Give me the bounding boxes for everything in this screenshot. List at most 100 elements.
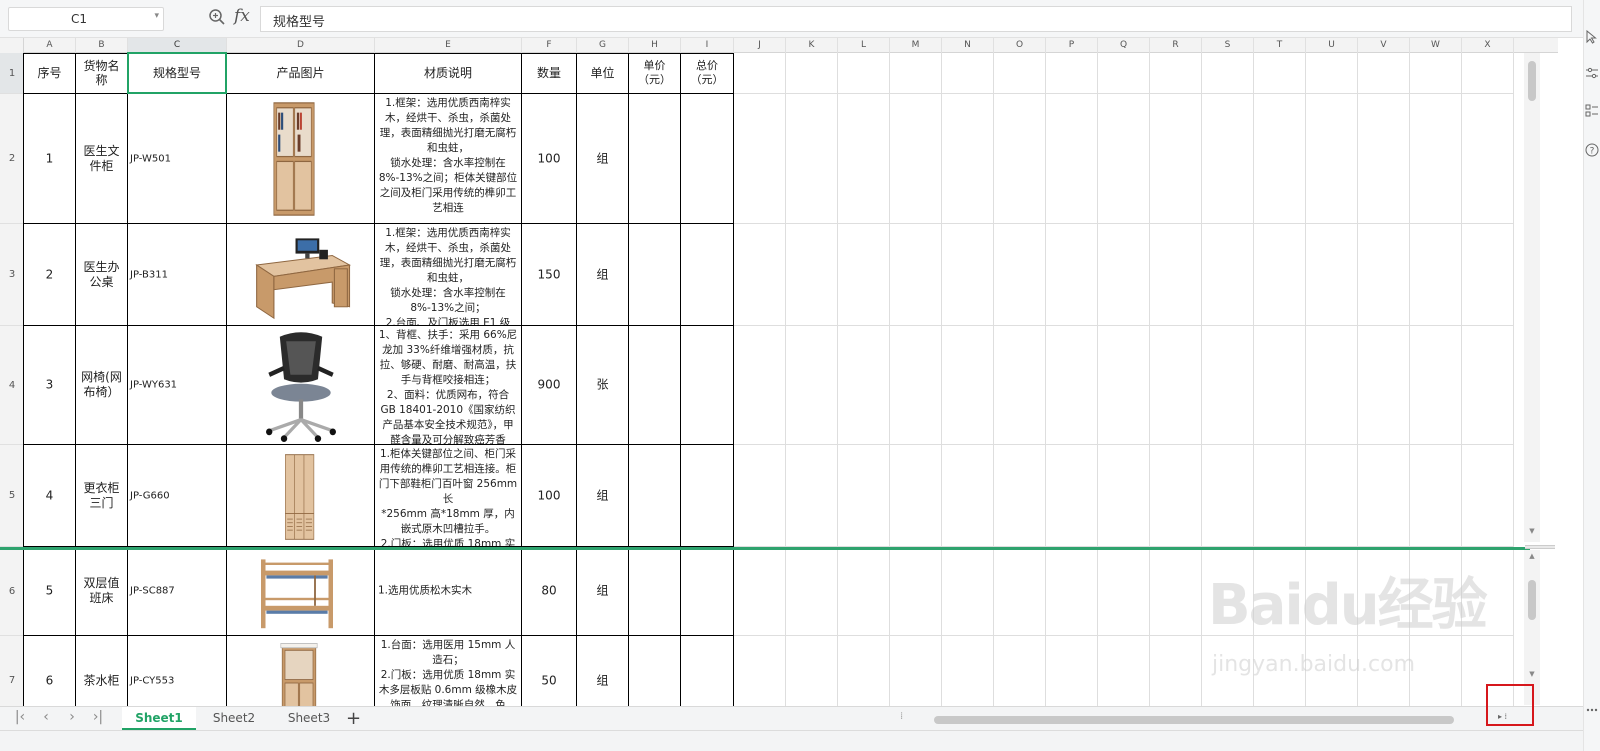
cell-b3[interactable]: 医生办公桌 <box>76 224 128 326</box>
cell-q1[interactable] <box>1098 53 1150 94</box>
cell-a5[interactable]: 4 <box>24 445 76 547</box>
cell-t4[interactable] <box>1254 326 1306 445</box>
cell-d4[interactable] <box>227 326 375 445</box>
cell-e2[interactable]: 1.框架：选用优质西南梓实木，经烘干、杀虫，杀菌处理，表面精细抛光打磨无腐朽和虫… <box>375 94 522 224</box>
cell-p3[interactable] <box>1046 224 1098 326</box>
cell-v5[interactable] <box>1358 445 1410 547</box>
column-header-a[interactable]: A <box>24 38 76 53</box>
column-header-f[interactable]: F <box>522 38 577 53</box>
cell-h3[interactable] <box>629 224 681 326</box>
cell-g5[interactable]: 组 <box>577 445 629 547</box>
cell-q3[interactable] <box>1098 224 1150 326</box>
cell-e4[interactable]: 1、背框、扶手：采用 66%尼龙加 33%纤维增强材质，抗拉、够硬、耐磨、耐高温… <box>375 326 522 445</box>
cell-h4[interactable] <box>629 326 681 445</box>
cell-u1[interactable] <box>1306 53 1358 94</box>
cell-h2[interactable] <box>629 94 681 224</box>
cell-l6[interactable] <box>838 547 890 636</box>
scrollbar-thumb[interactable] <box>1528 580 1536 620</box>
cell-c4[interactable]: JP-WY631 <box>128 326 227 445</box>
cell-v2[interactable] <box>1358 94 1410 224</box>
cell-q4[interactable] <box>1098 326 1150 445</box>
cell-x1[interactable] <box>1462 53 1514 94</box>
sliders-icon[interactable] <box>1585 66 1599 80</box>
cell-t5[interactable] <box>1254 445 1306 547</box>
cell-a6[interactable]: 5 <box>24 547 76 636</box>
cell-c6[interactable]: JP-SC887 <box>128 547 227 636</box>
tab-split-handle[interactable]: ⁞ <box>900 711 903 722</box>
cell-t3[interactable] <box>1254 224 1306 326</box>
cell-b2[interactable]: 医生文件柜 <box>76 94 128 224</box>
cell-w5[interactable] <box>1410 445 1462 547</box>
cell-k3[interactable] <box>786 224 838 326</box>
cell-j4[interactable] <box>734 326 786 445</box>
cell-b5[interactable]: 更衣柜三门 <box>76 445 128 547</box>
column-header-x[interactable]: X <box>1462 38 1514 53</box>
column-header-g[interactable]: G <box>577 38 629 53</box>
cell-s4[interactable] <box>1202 326 1254 445</box>
column-header-s[interactable]: S <box>1202 38 1254 53</box>
column-header-n[interactable]: N <box>942 38 994 53</box>
cell-p5[interactable] <box>1046 445 1098 547</box>
cell-k1[interactable] <box>786 53 838 94</box>
cell-n2[interactable] <box>942 94 994 224</box>
split-handle[interactable] <box>1525 545 1555 549</box>
cell-m6[interactable] <box>890 547 942 636</box>
cell-i4[interactable] <box>681 326 734 445</box>
cell-d2[interactable] <box>227 94 375 224</box>
formula-content[interactable]: 规格型号 <box>273 11 325 30</box>
cell-v3[interactable] <box>1358 224 1410 326</box>
column-header-t[interactable]: T <box>1254 38 1306 53</box>
cell-i1[interactable]: 总价 （元） <box>681 53 734 94</box>
cell-a4[interactable]: 3 <box>24 326 76 445</box>
row-header-5[interactable]: 5 <box>0 445 24 547</box>
cell-g2[interactable]: 组 <box>577 94 629 224</box>
cell-m2[interactable] <box>890 94 942 224</box>
cell-f6[interactable]: 80 <box>522 547 577 636</box>
cell-j1[interactable] <box>734 53 786 94</box>
cell-i2[interactable] <box>681 94 734 224</box>
prev-sheet-icon[interactable]: ‹ <box>36 709 56 725</box>
formula-input[interactable]: 规格型号 <box>260 6 1572 32</box>
column-header-w[interactable]: W <box>1410 38 1462 53</box>
cell-k4[interactable] <box>786 326 838 445</box>
cell-p4[interactable] <box>1046 326 1098 445</box>
column-header-j[interactable]: J <box>734 38 786 53</box>
more-icon[interactable] <box>1585 703 1599 717</box>
cell-c3[interactable]: JP-B311 <box>128 224 227 326</box>
cell-reference[interactable]: C1 <box>9 12 149 26</box>
column-header-e[interactable]: E <box>375 38 522 53</box>
cell-h5[interactable] <box>629 445 681 547</box>
cell-q5[interactable] <box>1098 445 1150 547</box>
cell-o5[interactable] <box>994 445 1046 547</box>
scroll-down-icon[interactable]: ▼ <box>1524 670 1540 678</box>
column-header-h[interactable]: H <box>629 38 681 53</box>
cell-e6[interactable]: 1.选用优质松木实木 <box>375 547 522 636</box>
last-sheet-icon[interactable]: ›| <box>88 709 108 725</box>
cell-h1[interactable]: 单价 （元） <box>629 53 681 94</box>
column-header-c[interactable]: C <box>128 38 227 53</box>
tab-sheet3[interactable]: Sheet3 <box>272 707 346 730</box>
cell-c2[interactable]: JP-W501 <box>128 94 227 224</box>
cell-u3[interactable] <box>1306 224 1358 326</box>
cell-n4[interactable] <box>942 326 994 445</box>
cell-o4[interactable] <box>994 326 1046 445</box>
column-header-m[interactable]: M <box>890 38 942 53</box>
cell-e3[interactable]: 1.框架：选用优质西南梓实木，经烘干、杀虫，杀菌处理，表面精细抛光打磨无腐朽和虫… <box>375 224 522 326</box>
scroll-right-icon[interactable]: ▸ ⁞ <box>1498 712 1507 721</box>
cell-i6[interactable] <box>681 547 734 636</box>
cell-w4[interactable] <box>1410 326 1462 445</box>
name-box[interactable]: C1 ▾ <box>8 7 164 31</box>
cell-n3[interactable] <box>942 224 994 326</box>
cell-x2[interactable] <box>1462 94 1514 224</box>
cell-n6[interactable] <box>942 547 994 636</box>
cell-m1[interactable] <box>890 53 942 94</box>
column-header-v[interactable]: V <box>1358 38 1410 53</box>
cell-m3[interactable] <box>890 224 942 326</box>
cell-f5[interactable]: 100 <box>522 445 577 547</box>
function-icon[interactable]: fx <box>234 6 250 26</box>
vertical-scrollbar-bottom[interactable]: ▲ ▼ <box>1524 550 1540 705</box>
cell-m5[interactable] <box>890 445 942 547</box>
layout-icon[interactable] <box>1585 104 1599 118</box>
cell-j3[interactable] <box>734 224 786 326</box>
cell-x5[interactable] <box>1462 445 1514 547</box>
